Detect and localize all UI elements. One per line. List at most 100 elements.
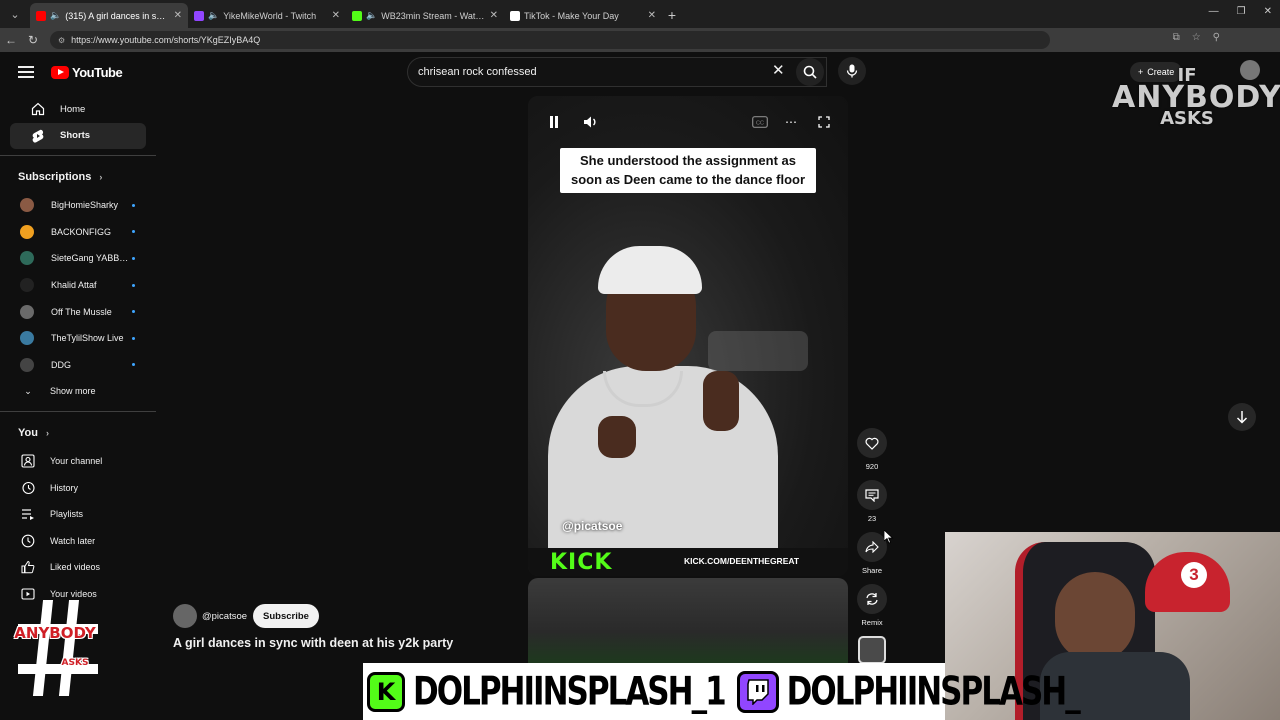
short-title[interactable]: A girl dances in sync with deen at his y… xyxy=(173,636,453,650)
sidebar-item-shorts[interactable]: Shorts xyxy=(10,122,146,149)
sidebar: Home Shorts Subscriptions › BigHomieShar… xyxy=(0,96,156,607)
tab-favicon-icon xyxy=(36,10,46,21)
puzzle-icon[interactable]: ⚲ xyxy=(1213,32,1220,43)
logo-text: ANYBODY ASKS xyxy=(14,626,96,668)
more-options-icon[interactable]: ⋯ xyxy=(782,114,800,130)
new-content-dot xyxy=(132,203,135,207)
youtube-logo[interactable]: YouTube xyxy=(51,65,123,80)
back-icon[interactable]: ← xyxy=(0,33,22,47)
tab-audio-icon[interactable]: 🔈 xyxy=(50,10,61,21)
browser-tab[interactable]: 🔈 (315) A girl dances in sync with ✕ xyxy=(30,3,188,28)
reload-icon[interactable]: ↻ xyxy=(22,33,44,47)
subscription-item[interactable]: DDG xyxy=(0,352,156,379)
share-label: Share xyxy=(861,566,882,575)
tab-audio-icon[interactable]: 🔈 xyxy=(208,10,219,21)
subscription-item[interactable]: BigHomieSharky xyxy=(0,192,156,219)
like-button[interactable] xyxy=(857,428,887,458)
divider xyxy=(0,155,156,156)
kick-url: KICK.COM/DEENTHEGREAT xyxy=(684,556,800,566)
comments-button[interactable] xyxy=(857,480,887,510)
maximize-icon[interactable]: ❐ xyxy=(1237,6,1246,17)
tab-audio-icon[interactable]: 🔈 xyxy=(366,10,377,21)
remix-button[interactable] xyxy=(857,584,887,614)
microphone-icon xyxy=(846,64,858,78)
twitch-handle: DOLPHIINSPLASH_ xyxy=(786,669,1081,714)
you-header[interactable]: You › xyxy=(0,418,156,448)
channel-name[interactable]: @picatsoe xyxy=(202,611,247,622)
sidebar-item-label: Shorts xyxy=(60,130,91,142)
tab-close-icon[interactable]: ✕ xyxy=(332,10,340,21)
subscription-item[interactable]: TheTylilShow Live xyxy=(0,325,156,352)
next-short-preview[interactable] xyxy=(528,578,848,668)
tab-title: WB23min Stream - Watch Live xyxy=(381,10,485,21)
show-more-button[interactable]: ⌄ Show more xyxy=(0,378,156,405)
browser-tab[interactable]: 🔈 YikeMikeWorld - Twitch ✕ xyxy=(188,3,346,28)
kick-lower-third: KICK KICK.COM/DEENTHEGREAT xyxy=(528,548,848,576)
next-video-button[interactable] xyxy=(1228,403,1256,431)
subscribe-button[interactable]: Subscribe xyxy=(253,604,319,628)
bookmark-icon[interactable]: ☆ xyxy=(1192,32,1201,43)
streamer-cap: 3 xyxy=(1145,552,1230,612)
subscription-item[interactable]: Off The Mussle xyxy=(0,298,156,325)
logo-text: YouTube xyxy=(72,65,123,80)
captions-icon[interactable]: CC xyxy=(751,114,769,130)
tab-search-button[interactable]: ⌄ xyxy=(4,3,26,25)
pause-icon[interactable] xyxy=(545,114,563,130)
search-value: chrisean rock confessed xyxy=(418,66,537,78)
sidebar-item-playlists[interactable]: Playlists xyxy=(0,501,156,528)
browser-tab[interactable]: 🔈TikTok - Make Your Day✕ xyxy=(504,3,662,28)
comment-icon xyxy=(865,488,879,502)
tab-favicon-icon xyxy=(194,10,204,21)
search-input[interactable]: chrisean rock confessed xyxy=(407,57,827,87)
subscription-name: SieteGang YABBI... xyxy=(51,253,129,264)
if-anybody-asks-logo: ANYBODY ASKS xyxy=(14,600,98,696)
subscription-item[interactable]: BACKONFIGG xyxy=(0,219,156,246)
extension-icon[interactable]: ⧉ xyxy=(1173,32,1180,43)
show-more-label: Show more xyxy=(50,386,96,397)
address-bar[interactable]: ⚙ https://www.youtube.com/shorts/YKgEZIy… xyxy=(50,31,1050,49)
kick-icon: K xyxy=(367,671,405,712)
tab-close-icon[interactable]: ✕ xyxy=(648,10,656,21)
share-button[interactable] xyxy=(857,532,887,562)
new-content-dot xyxy=(132,283,135,287)
fullscreen-icon[interactable] xyxy=(815,114,833,130)
sidebar-item-channel[interactable]: Your channel xyxy=(0,448,156,475)
close-window-icon[interactable]: ✕ xyxy=(1264,6,1272,17)
sidebar-item-label: Playlists xyxy=(50,509,84,520)
search-icon xyxy=(803,65,817,79)
subscriptions-header[interactable]: Subscriptions › xyxy=(0,162,156,192)
sidebar-item-label: Home xyxy=(60,103,86,115)
sidebar-item-home[interactable]: Home xyxy=(10,96,146,123)
browser-toolbar: ← ↻ ⚙ https://www.youtube.com/shorts/YKg… xyxy=(0,28,1280,52)
sidebar-item-watch-later[interactable]: Watch later xyxy=(0,528,156,555)
menu-icon[interactable] xyxy=(18,66,34,78)
search-button[interactable] xyxy=(796,58,824,86)
tab-close-icon[interactable]: ✕ xyxy=(490,10,498,21)
sound-thumbnail[interactable] xyxy=(858,636,886,664)
site-info-icon[interactable]: ⚙ xyxy=(58,36,65,45)
browser-tab[interactable]: 🔈 WB23min Stream - Watch Live ✕ xyxy=(346,3,504,28)
subscription-item[interactable]: Khalid Attaf xyxy=(0,272,156,299)
logo-line-2: ASKS xyxy=(61,658,89,668)
streamer-head xyxy=(1055,572,1135,662)
clear-search-icon[interactable]: ✕ xyxy=(772,63,785,79)
chevron-down-icon: ⌄ xyxy=(24,385,32,396)
kick-logo: KICK xyxy=(550,550,613,575)
channel-avatar[interactable] xyxy=(173,604,197,628)
voice-search-button[interactable] xyxy=(838,57,866,85)
volume-icon[interactable] xyxy=(582,114,600,130)
tab-close-icon[interactable]: ✕ xyxy=(174,10,182,21)
browser-tab-bar: ⌄ 🔈 (315) A girl dances in sync with ✕ 🔈 Yik… xyxy=(0,0,1280,28)
playlists-icon xyxy=(20,506,36,522)
subscription-name: BigHomieSharky xyxy=(51,200,119,211)
sidebar-item-like[interactable]: Liked videos xyxy=(0,554,156,581)
sidebar-item-label: Watch later xyxy=(50,535,96,546)
short-video-player[interactable]: She understood the assignment as soon as… xyxy=(528,96,848,576)
chevron-right-icon: › xyxy=(99,172,103,182)
sidebar-item-history[interactable]: History xyxy=(0,474,156,501)
new-tab-button[interactable]: + xyxy=(662,7,682,23)
subscription-name: DDG xyxy=(51,359,71,370)
subscription-item[interactable]: SieteGang YABBI... xyxy=(0,245,156,272)
video-person-cap xyxy=(598,246,702,294)
minimize-icon[interactable]: — xyxy=(1209,6,1219,17)
